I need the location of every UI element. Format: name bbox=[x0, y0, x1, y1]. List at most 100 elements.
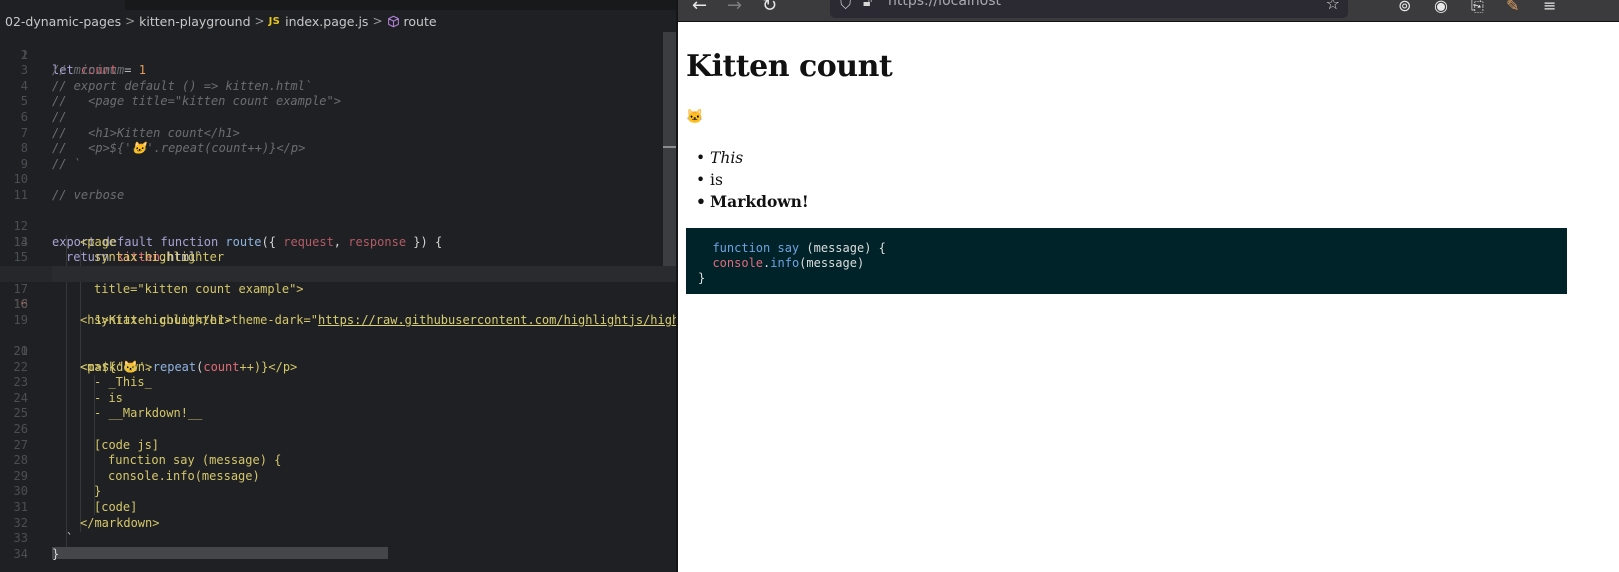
code-line: 2 bbox=[0, 48, 676, 64]
code-line: 25 - __Markdown!__ bbox=[0, 406, 676, 422]
list-item: This bbox=[696, 147, 809, 169]
markdown-text: - __Markdown!__ bbox=[94, 406, 203, 421]
breadcrumb-separator: > bbox=[254, 14, 265, 28]
code-line: 17 title="kitten count example"> bbox=[0, 282, 676, 298]
scrollbar-cursor-marker bbox=[663, 146, 676, 148]
cat-emoji-paragraph: 🐱 bbox=[686, 109, 704, 125]
code-editor: 02-dynamic-pages > kitten-playground > J… bbox=[0, 0, 676, 572]
code-function-name: say bbox=[777, 241, 800, 255]
html-tag: </markdown> bbox=[80, 515, 160, 530]
bookmark-star-icon[interactable]: ☆ bbox=[1326, 0, 1340, 13]
url-text[interactable]: https://localhost bbox=[888, 0, 1001, 9]
account-icon[interactable]: ◉ bbox=[1434, 0, 1448, 16]
code-line: 5 // <page title="kitten count example"> bbox=[0, 94, 676, 110]
code-line: 33 ` bbox=[0, 531, 676, 547]
line-number: 6 bbox=[20, 110, 28, 124]
line-number: 8 bbox=[20, 141, 28, 156]
code-line: 11 // verbose bbox=[0, 188, 676, 204]
line-number: 23 bbox=[13, 375, 28, 390]
closing-brace: } bbox=[52, 546, 60, 561]
code-line: 1 let count = 1 bbox=[0, 32, 676, 78]
code-line: 21 bbox=[0, 344, 676, 360]
editor-scrollbar[interactable] bbox=[663, 32, 676, 266]
browser-toolbar: ← → ↻ ⛉ 🔓︎ https://localhost ☆ ⊚ ◉ ⎘ ✎ ≡ bbox=[678, 0, 1619, 22]
list-item: Markdown! bbox=[696, 191, 809, 213]
code-line: 12 export default function route({ reque… bbox=[0, 204, 676, 249]
html-attribute: title="kitten count example"> bbox=[94, 281, 304, 296]
code-line: 19 <h1>Kitten count</h1> bbox=[0, 313, 676, 329]
code-line: 23 - _This_ bbox=[0, 375, 676, 391]
page-heading: Kitten count bbox=[686, 49, 893, 84]
code-method: info bbox=[770, 256, 800, 270]
line-number: 34 bbox=[13, 546, 28, 561]
code-closing-brace: } bbox=[698, 271, 706, 285]
lock-warning-icon[interactable]: 🔓︎ bbox=[863, 0, 872, 10]
editor-tab-active[interactable] bbox=[0, 0, 125, 10]
line-number: 7 bbox=[20, 125, 28, 140]
markdown-text: console.info(message) bbox=[108, 468, 260, 483]
current-line-highlight bbox=[52, 266, 676, 282]
line-number: 14 bbox=[13, 234, 28, 249]
breadcrumb-file-index-page-js[interactable]: index.page.js bbox=[285, 14, 368, 29]
editor-tab-strip bbox=[0, 0, 676, 10]
shield-icon[interactable]: ⛉ bbox=[840, 0, 851, 13]
line-number: 33 bbox=[13, 531, 28, 546]
line-number: 9 bbox=[20, 156, 28, 171]
comment: // <h1>Kitten count</h1> bbox=[52, 125, 240, 140]
breadcrumb-folder-02-dynamic-pages[interactable]: 02-dynamic-pages bbox=[5, 14, 121, 29]
line-number: 17 bbox=[13, 281, 28, 296]
html-tag: <markdown> bbox=[80, 359, 153, 374]
markdown-text: [code] bbox=[94, 500, 138, 514]
comment: // ` bbox=[52, 156, 81, 171]
code-line: 6 // bbox=[0, 110, 676, 126]
comment: // bbox=[52, 110, 67, 124]
menu-icon[interactable]: ≡ bbox=[1543, 0, 1556, 16]
breadcrumb-separator: > bbox=[125, 14, 136, 28]
code-line: 30} bbox=[0, 484, 676, 500]
line-number: 2 bbox=[20, 47, 28, 62]
markdown-text: - is bbox=[94, 390, 123, 405]
back-icon[interactable]: ← bbox=[692, 0, 707, 16]
markdown-text: [code js] bbox=[94, 437, 160, 452]
comment: // <p>${'🐱'.repeat(count++)}</p> bbox=[52, 141, 306, 156]
html-attribute: syntax-highlighter bbox=[94, 250, 225, 265]
url-bar[interactable]: ⛉ 🔓︎ https://localhost ☆ bbox=[830, 0, 1348, 18]
line-number: 30 bbox=[13, 484, 28, 499]
comment: // verbose bbox=[52, 188, 125, 202]
code-line: 28 function say (message) { bbox=[0, 453, 676, 469]
code-line: 31 [code] bbox=[0, 500, 676, 516]
breadcrumb-symbol-route[interactable]: route bbox=[404, 14, 437, 29]
line-number: 29 bbox=[13, 468, 28, 483]
reload-icon[interactable]: ↻ bbox=[762, 0, 777, 16]
line-number: 22 bbox=[13, 359, 28, 374]
code-line: 7 // <h1>Kitten count</h1> bbox=[0, 126, 676, 142]
line-number: 11 bbox=[13, 188, 28, 202]
code-block: function say (message) { console.info(me… bbox=[686, 228, 1567, 294]
comment: // export default () => kitten.html` bbox=[52, 78, 313, 93]
code-args: (message) bbox=[799, 256, 865, 270]
breadcrumb-folder-kitten-playground[interactable]: kitten-playground bbox=[139, 14, 250, 29]
code-line: 20 <p>${'🐱'.repeat(count++)}</p> bbox=[0, 328, 676, 374]
comment: // <page title="kitten count example"> bbox=[52, 94, 341, 109]
code-area[interactable]: 1 let count = 1 2 3 // minimum 4 // export… bbox=[0, 32, 676, 572]
line-number: 10 bbox=[13, 172, 28, 187]
javascript-file-icon: JS bbox=[268, 15, 281, 27]
line-number: 27 bbox=[13, 437, 28, 452]
pocket-icon[interactable]: ⊚ bbox=[1398, 0, 1411, 16]
html-tag: <page bbox=[80, 234, 117, 249]
addon-icon[interactable]: ✎ bbox=[1506, 0, 1519, 16]
breadcrumb: 02-dynamic-pages > kitten-playground > J… bbox=[0, 10, 676, 32]
extensions-icon[interactable]: ⎘ bbox=[1471, 0, 1484, 16]
line-number: 28 bbox=[13, 453, 28, 468]
code-keyword: function bbox=[712, 241, 771, 255]
browser-window: ← → ↻ ⛉ 🔓︎ https://localhost ☆ ⊚ ◉ ⎘ ✎ ≡… bbox=[676, 0, 1619, 572]
code-line: 26 bbox=[0, 422, 676, 438]
line-number: 21 bbox=[13, 344, 28, 358]
line-number: 24 bbox=[13, 390, 28, 405]
forward-icon[interactable]: → bbox=[727, 0, 742, 16]
code-line: 9 // ` bbox=[0, 157, 676, 173]
code-line: 18 bbox=[0, 297, 676, 313]
code-line: 14 <page bbox=[0, 235, 676, 251]
line-number: 31 bbox=[13, 500, 28, 514]
code-line: 4 // export default () => kitten.html` bbox=[0, 79, 676, 95]
